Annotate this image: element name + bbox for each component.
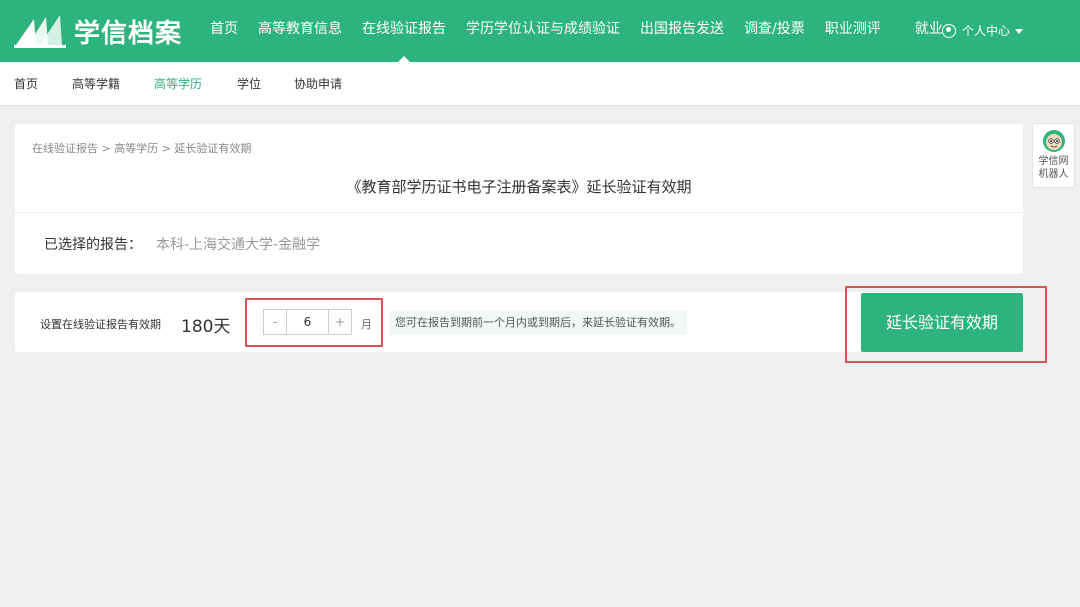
user-center-label: 个人中心 [962,24,1011,38]
nav-item-0[interactable]: 首页 [200,0,248,62]
nav-item-3[interactable]: 学历学位认证与成绩验证 [456,0,630,62]
sub-navigation: 首页 高等学籍 高等学历 学位 协助申请 [0,62,1080,106]
chat-robot-widget[interactable]: 学信网 机器人 [1032,123,1075,188]
months-input[interactable]: 6 [287,309,328,335]
breadcrumb: 在线验证报告 > 高等学历 > 延长验证有效期 [32,142,252,155]
selected-report-value: 本科-上海交通大学-金融学 [156,237,321,253]
month-unit-label: 月 [361,318,372,331]
divider [15,212,1023,213]
validity-hint: 您可在报告到期前一个月内或到期后，来延长验证有效期。 [389,311,687,335]
nav-item-1[interactable]: 高等教育信息 [248,0,352,62]
subnav-item-3[interactable]: 学位 [237,62,261,106]
top-navigation-bar: 学信档案 首页 高等教育信息 在线验证报告 学历学位认证与成绩验证 出国报告发送 调查/投… [0,0,1080,62]
selected-report-label: 已选择的报告： [44,237,142,253]
nav-item-4[interactable]: 出国报告发送 [630,0,734,62]
main-nav: 首页 高等教育信息 在线验证报告 学历学位认证与成绩验证 出国报告发送 调查/投票 职业测评… [200,0,953,62]
report-card: 在线验证报告 > 高等学历 > 延长验证有效期 《教育部学历证书电子注册备案表》… [15,124,1023,274]
extend-validity-button[interactable]: 延长验证有效期 [861,293,1023,352]
book-logo-icon [14,15,66,48]
subnav-item-0[interactable]: 首页 [14,62,38,106]
increment-button[interactable]: + [328,309,352,335]
nav-item-5[interactable]: 调查/投票 [734,0,815,62]
logo[interactable]: 学信档案 [14,12,182,50]
robot-label-line1: 学信网 [1038,156,1069,167]
subnav-item-2[interactable]: 高等学历 [154,62,202,106]
user-center-menu[interactable]: 个人中心 [942,0,1024,62]
validity-setting-card: 设置在线验证报告有效期 180天 - 6 + 月 您可在报告到期前一个月内或到期… [15,286,1047,363]
validity-days: 180天 [181,317,231,337]
subnav-item-1[interactable]: 高等学籍 [72,62,120,106]
robot-label-line2: 机器人 [1038,169,1069,180]
user-icon [942,24,956,38]
validity-label: 设置在线验证报告有效期 [40,318,161,331]
caret-down-icon [1015,28,1024,34]
decrement-button[interactable]: - [263,309,287,335]
nav-item-2[interactable]: 在线验证报告 [352,0,456,62]
brand-name: 学信档案 [74,18,183,49]
nav-item-6[interactable]: 职业测评 [815,0,891,62]
robot-avatar-icon [1042,130,1065,152]
page-title: 《教育部学历证书电子注册备案表》延长验证有效期 [346,178,692,196]
subnav-item-4[interactable]: 协助申请 [294,62,342,106]
